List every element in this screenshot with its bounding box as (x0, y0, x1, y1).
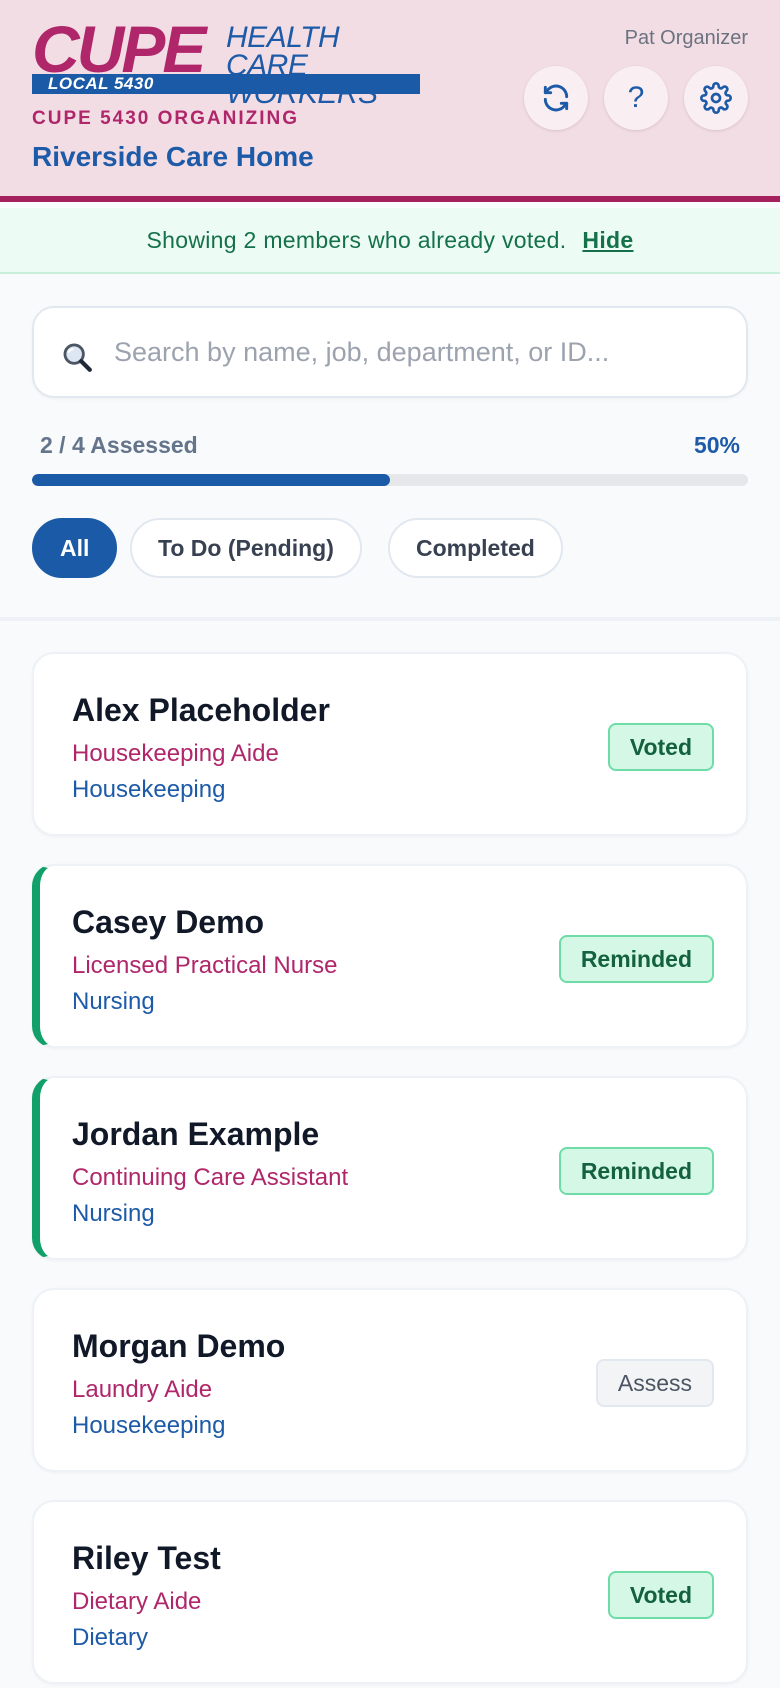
logo-line-1: HEALTH CARE (226, 21, 340, 82)
filter-pending[interactable]: To Do (Pending) (130, 518, 362, 578)
member-department: Nursing (72, 988, 155, 1015)
section-divider (0, 617, 780, 621)
logo-local-text: LOCAL 5430 (48, 74, 154, 93)
status-badge-voted: Voted (607, 723, 714, 771)
member-department: Nursing (72, 1200, 155, 1227)
progress-bar-fill (32, 474, 390, 486)
app-screen: CUPE HEALTH CARE WORKERS LOCAL 5430 CUPE… (0, 0, 780, 1688)
search-box (32, 306, 748, 398)
filter-completed[interactable]: Completed (388, 518, 563, 578)
settings-button[interactable] (684, 66, 748, 130)
member-job: Dietary Aide (72, 1588, 202, 1615)
member-name: Jordan Example (72, 1116, 320, 1152)
search-icon (63, 343, 92, 372)
hide-voted-link[interactable]: Hide (582, 227, 633, 254)
member-job: Continuing Care Assistant (72, 1164, 349, 1191)
site-name: Riverside Care Home (32, 141, 314, 172)
member-card[interactable]: Morgan Demo Laundry Aide Housekeeping As… (32, 1288, 748, 1472)
refresh-icon (543, 84, 569, 112)
search-input[interactable] (114, 328, 724, 376)
logo-local-bar: LOCAL 5430 (32, 74, 420, 94)
member-name: Casey Demo (72, 904, 265, 940)
status-badge-reminded: Reminded (558, 935, 714, 983)
member-name: Riley Test (72, 1540, 221, 1576)
help-button[interactable]: ? (604, 66, 668, 130)
org-label: CUPE 5430 ORGANIZING (32, 108, 299, 129)
member-card[interactable]: Casey Demo Licensed Practical Nurse Nurs… (32, 864, 748, 1048)
member-card[interactable]: Jordan Example Continuing Care Assistant… (32, 1076, 748, 1260)
cupe-logo: CUPE HEALTH CARE WORKERS LOCAL 5430 (32, 16, 422, 109)
member-card[interactable]: Alex Placeholder Housekeeping Aide House… (32, 652, 748, 836)
status-badge-reminded: Reminded (558, 1147, 714, 1195)
status-badge-voted: Voted (607, 1571, 714, 1619)
member-department: Housekeeping (72, 1412, 226, 1439)
gear-icon (700, 82, 732, 114)
banner-message: Showing 2 members who already voted. (146, 226, 567, 253)
member-department: Dietary (72, 1624, 149, 1651)
member-name: Morgan Demo (72, 1328, 286, 1364)
voted-filter-banner: Showing 2 members who already voted. Hid… (0, 208, 780, 274)
member-job: Licensed Practical Nurse (72, 952, 338, 979)
member-job: Housekeeping Aide (72, 740, 279, 767)
progress-percent: 50% (693, 432, 740, 458)
app-header: CUPE HEALTH CARE WORKERS LOCAL 5430 CUPE… (0, 0, 780, 202)
progress-bar (32, 474, 748, 486)
member-card[interactable]: Riley Test Dietary Aide Dietary Voted (32, 1500, 748, 1684)
logo-cupe-text: CUPE (32, 12, 206, 86)
filter-all[interactable]: All (32, 518, 118, 578)
logo-health-care-workers: HEALTH CARE WORKERS (226, 21, 426, 109)
user-name: Pat Organizer (624, 27, 748, 49)
assess-button[interactable]: Assess (595, 1359, 714, 1407)
member-job: Laundry Aide (72, 1376, 213, 1403)
member-name: Alex Placeholder (72, 692, 330, 728)
help-icon: ? (627, 81, 645, 114)
refresh-button[interactable] (524, 66, 588, 130)
progress-label: 2 / 4 Assessed (40, 432, 198, 458)
member-department: Housekeeping (72, 776, 226, 803)
